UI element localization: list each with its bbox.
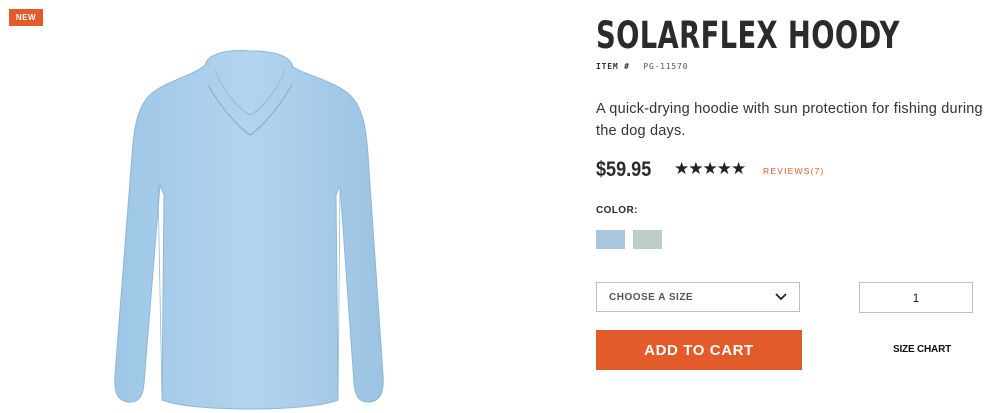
product-price: $59.95 <box>596 158 652 181</box>
star-rating: ★★★★★ <box>674 159 746 178</box>
item-number-row: ITEM # PG-11570 <box>596 62 688 71</box>
new-badge: NEW <box>9 9 43 26</box>
item-number-value: PG-11570 <box>643 62 689 71</box>
size-select-label: CHOOSE A SIZE <box>609 291 694 303</box>
size-select[interactable]: CHOOSE A SIZE <box>596 282 800 312</box>
color-label: COLOR: <box>596 205 638 216</box>
item-number-label: ITEM # <box>596 62 630 71</box>
chevron-down-icon <box>775 293 787 301</box>
product-title: SOLARFLEX HOODY <box>596 14 900 57</box>
product-description: A quick-drying hoodie with sun protectio… <box>596 101 983 139</box>
color-swatch-sage[interactable] <box>633 230 662 249</box>
reviews-link[interactable]: REVIEWS(7) <box>763 166 825 176</box>
quantity-input[interactable]: 1 <box>859 282 973 313</box>
add-to-cart-button[interactable]: ADD TO CART <box>596 330 802 370</box>
size-chart-link[interactable]: SIZE CHART <box>893 344 951 355</box>
hoodie-product-image <box>114 50 384 410</box>
color-swatch-light-blue[interactable] <box>596 230 625 249</box>
